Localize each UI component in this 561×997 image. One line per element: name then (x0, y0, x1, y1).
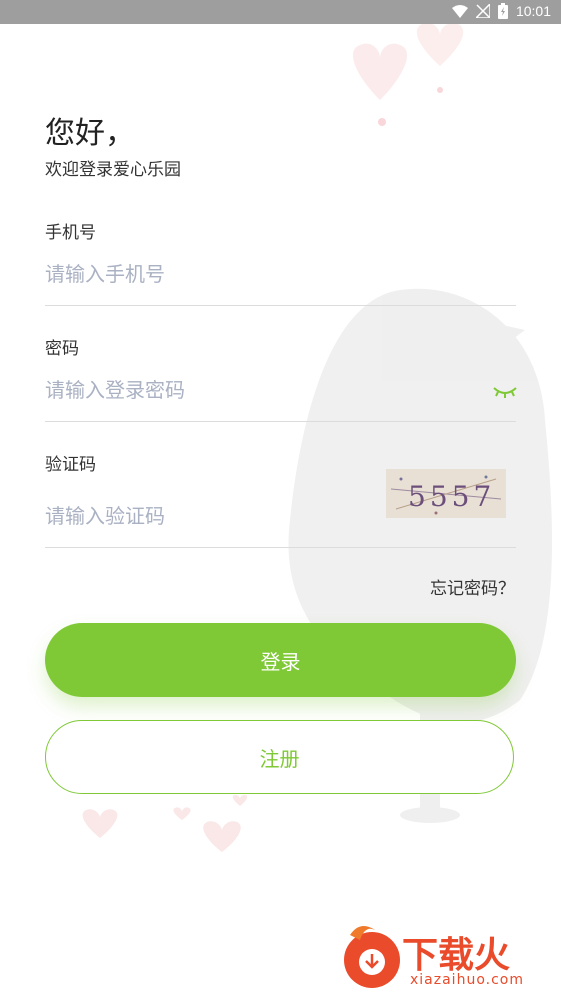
status-bar: 10:01 (0, 0, 561, 24)
status-icons: 10:01 (451, 3, 551, 19)
captcha-text: 5557 (408, 480, 495, 513)
welcome-subtitle: 欢迎登录爱心乐园 (45, 160, 181, 180)
watermark-site: xiazaihuo.com (410, 972, 524, 988)
greeting-title: 您好， (45, 116, 135, 151)
captcha-label: 验证码 (45, 455, 96, 475)
clock: 10:01 (515, 3, 551, 19)
login-button[interactable]: 登录 (45, 623, 516, 697)
password-underline (45, 421, 516, 422)
heart-icon (352, 24, 464, 126)
wifi-icon (451, 5, 468, 18)
phone-underline (45, 305, 516, 306)
forgot-password-link[interactable]: 忘记密码？ (430, 574, 515, 599)
battery-charging-icon (497, 3, 508, 19)
eye-closed-icon[interactable] (490, 380, 520, 402)
watermark-title: 下载火 (402, 935, 511, 976)
phone-label: 手机号 (45, 223, 96, 243)
no-signal-icon (475, 4, 490, 18)
captcha-input[interactable] (45, 496, 375, 536)
password-input[interactable] (45, 370, 475, 410)
captcha-underline (45, 547, 516, 548)
captcha-image[interactable]: 5557 (386, 469, 506, 518)
register-button[interactable]: 注册 (45, 720, 514, 794)
phone-input[interactable] (45, 254, 515, 294)
password-label: 密码 (45, 339, 79, 359)
heart-icon (82, 794, 248, 852)
